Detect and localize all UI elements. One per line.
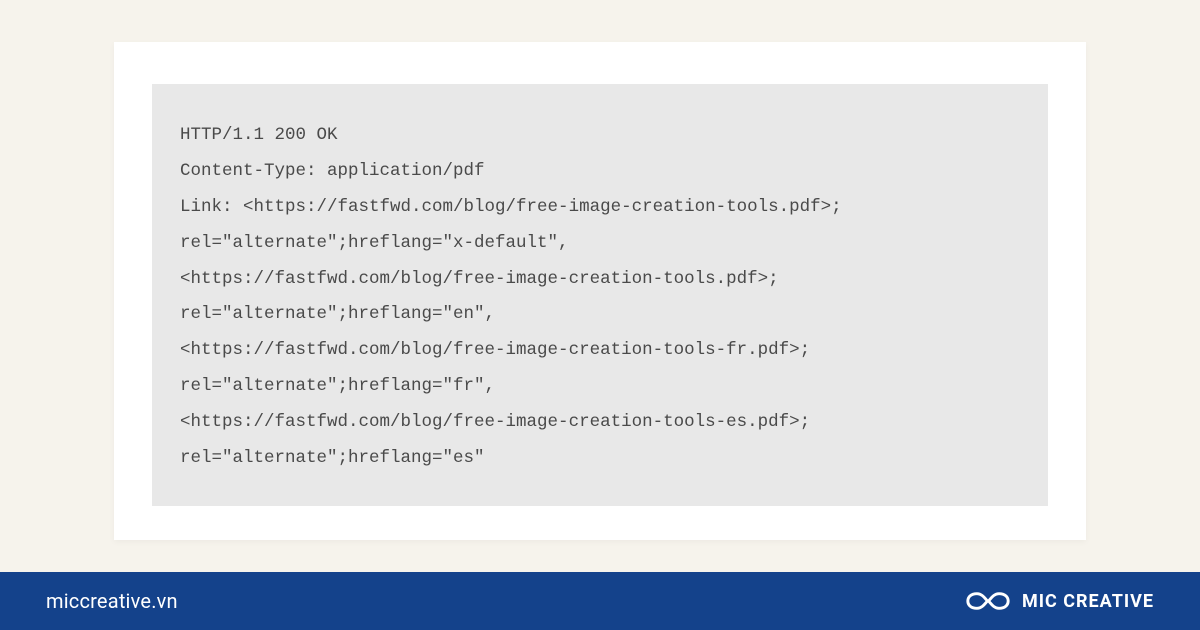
footer-bar: miccreative.vn MIC CREATIVE	[0, 572, 1200, 630]
code-line: Content-Type: application/pdf	[180, 161, 485, 181]
content-card: HTTP/1.1 200 OK Content-Type: applicatio…	[114, 42, 1086, 540]
infinity-logo-icon	[966, 586, 1010, 616]
code-line: rel="alternate";hreflang="fr",	[180, 376, 495, 396]
footer-url: miccreative.vn	[46, 589, 178, 613]
code-line: rel="alternate";hreflang="en",	[180, 304, 495, 324]
code-line: <https://fastfwd.com/blog/free-image-cre…	[180, 412, 810, 432]
http-header-code-block: HTTP/1.1 200 OK Content-Type: applicatio…	[152, 84, 1048, 506]
code-line: <https://fastfwd.com/blog/free-image-cre…	[180, 340, 810, 360]
brand-name: MIC CREATIVE	[1022, 591, 1154, 612]
code-line: rel="alternate";hreflang="x-default",	[180, 233, 569, 253]
code-line: <https://fastfwd.com/blog/free-image-cre…	[180, 269, 779, 289]
code-line: HTTP/1.1 200 OK	[180, 125, 338, 145]
footer-brand: MIC CREATIVE	[966, 586, 1154, 616]
code-line: Link: <https://fastfwd.com/blog/free-ima…	[180, 197, 842, 217]
code-line: rel="alternate";hreflang="es"	[180, 448, 485, 468]
